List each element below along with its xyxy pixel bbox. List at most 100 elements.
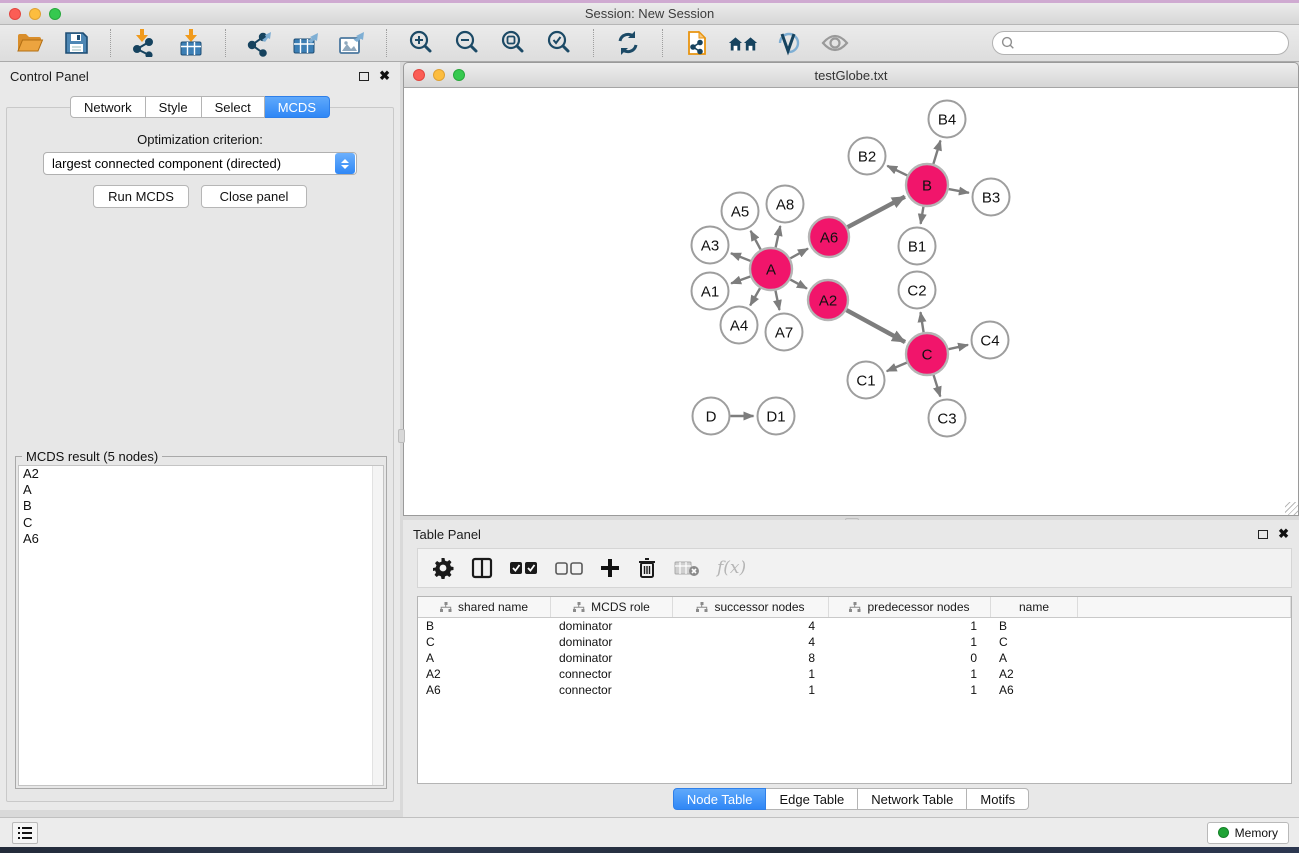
run-mcds-button[interactable]: Run MCDS — [93, 185, 189, 208]
cell-name[interactable]: A — [991, 651, 1078, 665]
vertical-scrollbar-thumb[interactable] — [398, 429, 405, 443]
column-header[interactable]: name — [991, 597, 1078, 617]
delete-table-icon[interactable] — [674, 559, 700, 577]
network-canvas[interactable]: AA1A2A3A4A5A6A7A8BB1B2B3B4CC1C2C3C4DD1 — [403, 88, 1299, 516]
task-history-button[interactable] — [12, 822, 38, 844]
cell-predecessor_nodes[interactable]: 1 — [829, 635, 991, 649]
network-file-icon[interactable] — [681, 28, 713, 58]
table-row[interactable]: Adominator80A — [418, 650, 1291, 666]
network-window-titlebar[interactable]: testGlobe.txt — [403, 62, 1299, 88]
export-table-icon[interactable] — [290, 28, 322, 58]
import-network-icon[interactable] — [129, 28, 161, 58]
graph-node[interactable]: A6 — [809, 217, 849, 257]
graph-node[interactable]: A7 — [766, 314, 803, 351]
graph-node[interactable]: A — [750, 248, 792, 290]
graph-node[interactable]: D — [693, 398, 730, 435]
graph-node[interactable]: A2 — [808, 280, 848, 320]
cell-shared_name[interactable]: A — [418, 651, 551, 665]
eye-icon[interactable] — [819, 28, 851, 58]
graph-edge[interactable] — [920, 312, 923, 332]
graph-node[interactable]: C — [906, 333, 948, 375]
cell-shared_name[interactable]: B — [418, 619, 551, 633]
home-icon[interactable] — [727, 28, 759, 58]
graph-edge[interactable] — [948, 345, 968, 349]
memory-button[interactable]: Memory — [1207, 822, 1289, 844]
cell-successor_nodes[interactable]: 4 — [673, 619, 829, 633]
graph-edge[interactable] — [921, 207, 924, 224]
table-row[interactable]: Cdominator41C — [418, 634, 1291, 650]
graph-edge[interactable] — [731, 253, 751, 261]
table-row[interactable]: A6connector11A6 — [418, 682, 1291, 698]
mcds-result-list[interactable]: A2ABCA6 — [18, 465, 384, 786]
tab-mcds[interactable]: MCDS — [265, 96, 330, 118]
graph-node[interactable]: C2 — [899, 272, 936, 309]
cell-mcds_role[interactable]: connector — [551, 667, 673, 681]
cell-mcds_role[interactable]: dominator — [551, 619, 673, 633]
graph-edge[interactable] — [731, 276, 750, 283]
graph-edge[interactable] — [887, 166, 907, 176]
result-list-item[interactable]: C — [19, 515, 383, 531]
graph-node[interactable]: C4 — [972, 322, 1009, 359]
column-header[interactable]: successor nodes — [673, 597, 829, 617]
cell-name[interactable]: A6 — [991, 683, 1078, 697]
result-list-item[interactable]: A2 — [19, 466, 383, 482]
cell-name[interactable]: B — [991, 619, 1078, 633]
select-all-icon[interactable] — [510, 561, 538, 575]
graph-edge[interactable] — [790, 249, 808, 259]
cell-predecessor_nodes[interactable]: 1 — [829, 683, 991, 697]
cell-predecessor_nodes[interactable]: 1 — [829, 667, 991, 681]
cell-successor_nodes[interactable]: 1 — [673, 667, 829, 681]
close-table-panel-icon[interactable]: ✖ — [1278, 526, 1289, 542]
cell-mcds_role[interactable]: dominator — [551, 651, 673, 665]
cell-name[interactable]: A2 — [991, 667, 1078, 681]
cell-shared_name[interactable]: C — [418, 635, 551, 649]
zoom-fit-icon[interactable] — [497, 28, 529, 58]
column-header[interactable]: predecessor nodes — [829, 597, 991, 617]
result-list-item[interactable]: A6 — [19, 531, 383, 547]
graph-node[interactable]: A1 — [692, 273, 729, 310]
trash-icon[interactable] — [637, 557, 657, 579]
float-panel-icon[interactable] — [359, 72, 369, 81]
graph-node[interactable]: A8 — [767, 186, 804, 223]
graph-edge[interactable] — [846, 310, 905, 342]
graph-node[interactable]: C3 — [929, 400, 966, 437]
tab-select[interactable]: Select — [202, 96, 265, 118]
graph-node[interactable]: B3 — [973, 179, 1010, 216]
criterion-dropdown[interactable]: largest connected component (directed) — [43, 152, 357, 175]
graph-edge[interactable] — [751, 231, 761, 250]
graph-edge[interactable] — [775, 291, 779, 310]
refresh-icon[interactable] — [612, 28, 644, 58]
result-list-item[interactable]: A — [19, 482, 383, 498]
graph-node[interactable]: B — [906, 164, 948, 206]
graph-edge[interactable] — [887, 363, 907, 372]
graph-node[interactable]: A4 — [721, 307, 758, 344]
result-list-scrollbar[interactable] — [372, 466, 383, 785]
cell-predecessor_nodes[interactable]: 1 — [829, 619, 991, 633]
node-table[interactable]: shared nameMCDS rolesuccessor nodesprede… — [417, 596, 1292, 784]
close-panel-icon[interactable]: ✖ — [379, 68, 390, 84]
gear-icon[interactable] — [432, 557, 454, 579]
tab-network[interactable]: Network — [70, 96, 146, 118]
graph-edge[interactable] — [750, 288, 760, 305]
export-network-icon[interactable] — [244, 28, 276, 58]
table-row[interactable]: Bdominator41B — [418, 618, 1291, 634]
column-header[interactable]: shared name — [418, 597, 551, 617]
zoom-selected-icon[interactable] — [543, 28, 575, 58]
graph-node[interactable]: B1 — [899, 228, 936, 265]
import-table-icon[interactable] — [175, 28, 207, 58]
columns-icon[interactable] — [471, 557, 493, 579]
cell-mcds_role[interactable]: connector — [551, 683, 673, 697]
graph-node[interactable]: A3 — [692, 227, 729, 264]
tab-style[interactable]: Style — [146, 96, 202, 118]
add-icon[interactable] — [600, 558, 620, 578]
close-panel-button[interactable]: Close panel — [201, 185, 307, 208]
graph-edge[interactable] — [934, 375, 941, 397]
float-table-panel-icon[interactable] — [1258, 530, 1268, 539]
cell-shared_name[interactable]: A6 — [418, 683, 551, 697]
cell-successor_nodes[interactable]: 1 — [673, 683, 829, 697]
graph-edge[interactable] — [933, 141, 940, 164]
deselect-all-icon[interactable] — [555, 561, 583, 575]
cell-shared_name[interactable]: A2 — [418, 667, 551, 681]
cell-name[interactable]: C — [991, 635, 1078, 649]
zoom-out-icon[interactable] — [451, 28, 483, 58]
